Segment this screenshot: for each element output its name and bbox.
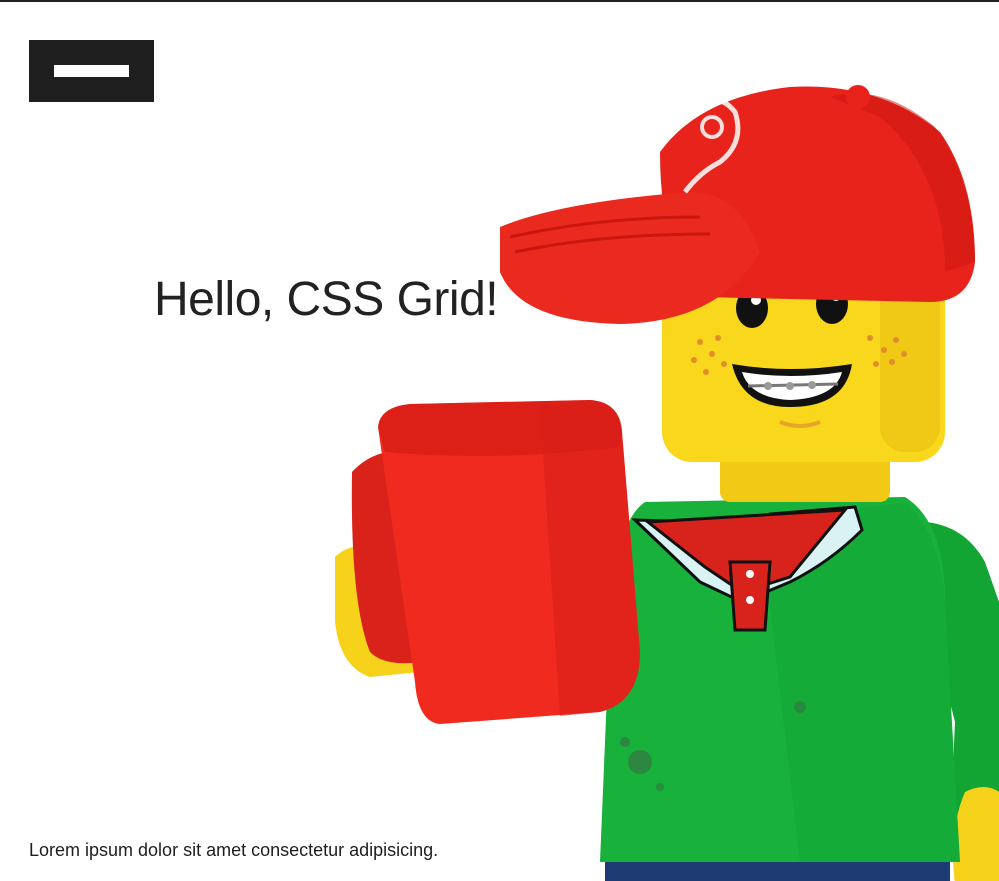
footer-text: Lorem ipsum dolor sit amet consectetur a…	[29, 840, 439, 860]
page: Hello, CSS Grid! Lorem ipsum dolor sit a…	[0, 0, 999, 881]
hero-image	[335, 85, 999, 881]
hamburger-icon	[54, 65, 129, 77]
page-title: Hello, CSS Grid!	[154, 273, 499, 326]
menu-button[interactable]	[29, 40, 154, 102]
